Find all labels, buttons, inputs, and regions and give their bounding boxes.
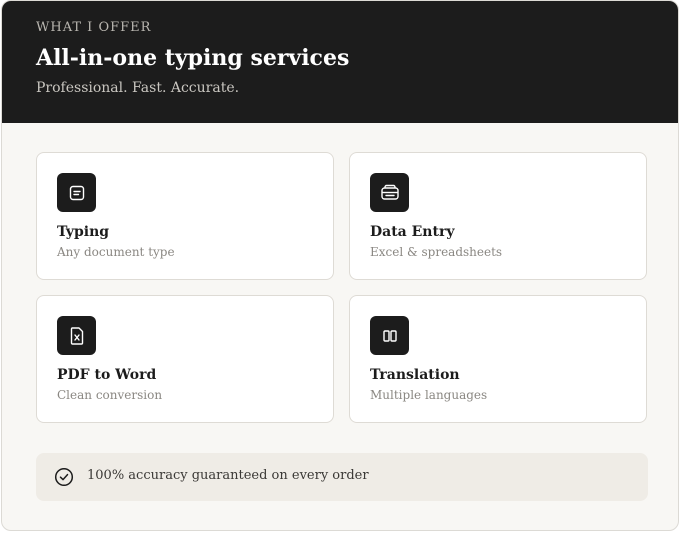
- service-title: PDF to Word: [57, 367, 157, 383]
- service-card-pdf-to-word: PDF to Word Clean conversion: [36, 295, 334, 423]
- eyebrow-label: WHAT I OFFER: [36, 20, 152, 35]
- service-card-translation: Translation Multiple languages: [349, 295, 647, 423]
- service-card-typing: Typing Any document type: [36, 152, 334, 280]
- service-description: Excel & spreadsheets: [370, 245, 503, 259]
- check-circle-icon: [54, 467, 74, 487]
- columns-icon: [370, 316, 409, 355]
- database-icon: [370, 173, 409, 212]
- service-description: Clean conversion: [57, 388, 163, 402]
- service-title: Typing: [57, 224, 110, 240]
- service-title: Translation: [370, 367, 460, 383]
- file-convert-icon: [57, 316, 96, 355]
- accuracy-guarantee-banner: 100% accuracy guaranteed on every order: [36, 453, 648, 501]
- page-subtitle: Professional. Fast. Accurate.: [36, 80, 240, 96]
- guarantee-text: 100% accuracy guaranteed on every order: [87, 468, 369, 483]
- service-title: Data Entry: [370, 224, 455, 240]
- service-description: Any document type: [57, 245, 175, 259]
- services-header: WHAT I OFFER All-in-one typing services …: [2, 1, 678, 123]
- service-card-data-entry: Data Entry Excel & spreadsheets: [349, 152, 647, 280]
- document-icon: [57, 173, 96, 212]
- service-description: Multiple languages: [370, 388, 488, 402]
- page-title: All-in-one typing services: [36, 45, 350, 71]
- services-card: WHAT I OFFER All-in-one typing services …: [1, 0, 679, 531]
